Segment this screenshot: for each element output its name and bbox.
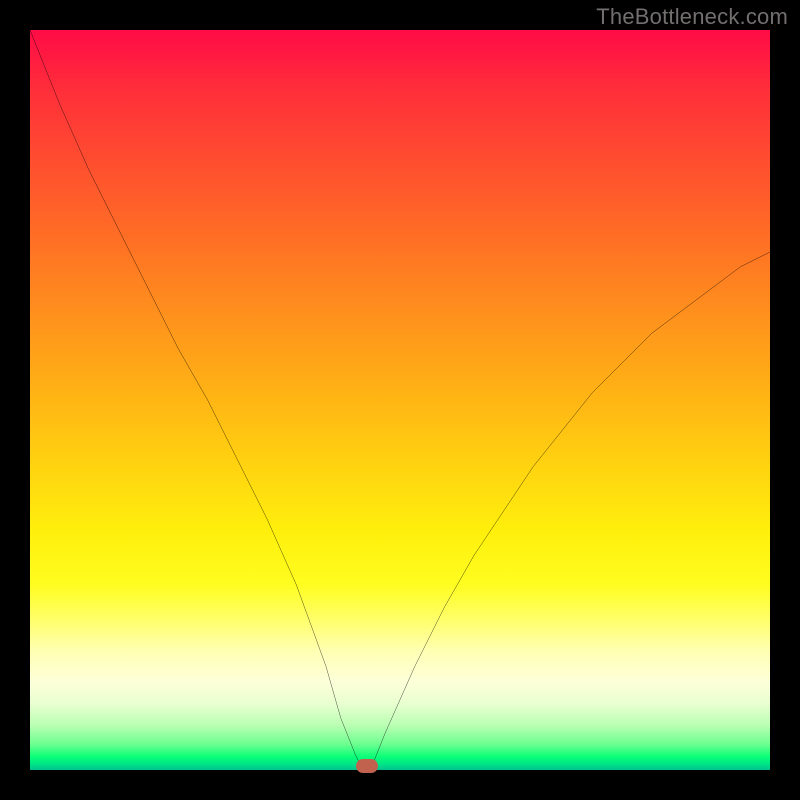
plot-area xyxy=(30,30,770,770)
chart-frame: TheBottleneck.com xyxy=(0,0,800,800)
watermark-text: TheBottleneck.com xyxy=(596,4,788,30)
bottleneck-curve xyxy=(30,30,770,770)
curve-path xyxy=(30,30,770,770)
optimal-marker xyxy=(356,759,378,773)
